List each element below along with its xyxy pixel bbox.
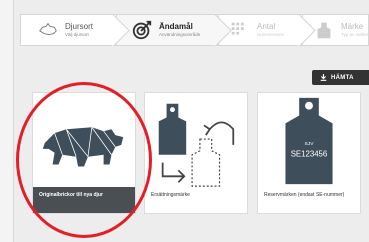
replace-tag-icon: [158, 103, 235, 187]
option-card-reserve[interactable]: SJV SE123456 Reservmärken (endast SE-num…: [257, 92, 361, 214]
reserve-tag-icon: SJV SE123456: [285, 97, 333, 185]
step-title: Djursort: [65, 21, 94, 31]
step-djursort[interactable]: Djursort Välj djursort: [20, 14, 130, 47]
ear-tag-icon: [317, 22, 331, 39]
step-title: Antal: [257, 21, 276, 31]
wizard-stepper: Djursort Välj djursort Ändamål Användnin…: [20, 14, 369, 47]
tag-brand: SJV: [305, 141, 315, 147]
step-subtitle: Välj djursort: [65, 31, 89, 37]
step-title: Ändamål: [159, 21, 193, 31]
fetch-button[interactable]: HÄMTA: [312, 70, 369, 85]
pig-icon: [42, 127, 124, 167]
option-card-replacement[interactable]: Ersättningsmärke: [144, 92, 248, 214]
fetch-button-label: HÄMTA: [331, 74, 354, 81]
download-icon: [320, 74, 327, 81]
card-label: Reservmärken (endast SE-nummer): [264, 192, 345, 198]
number-grid-icon: [231, 22, 244, 35]
animal-shape-icon: [39, 22, 57, 36]
option-card-original[interactable]: Originalbrickor till nya djur: [32, 92, 136, 214]
step-subtitle: Användningsområde: [159, 31, 201, 37]
step-andamal[interactable]: Ändamål Användningsområde: [116, 14, 232, 47]
target-icon: [132, 20, 152, 40]
card-label: Originalbrickor till nya djur: [33, 187, 135, 213]
step-subtitle: Nummerserie: [257, 31, 285, 37]
step-subtitle: Typ av märke: [341, 31, 369, 37]
card-label: Ersättningsmärke: [151, 192, 190, 198]
tag-number: SE123456: [291, 150, 328, 159]
step-title: Märke: [341, 21, 364, 31]
